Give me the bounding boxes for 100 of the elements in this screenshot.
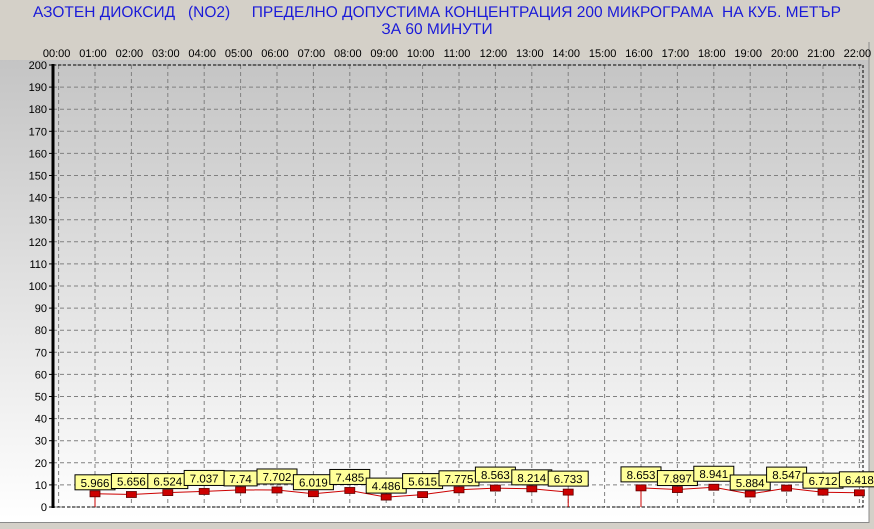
data-point [490, 484, 501, 492]
data-label: 8.941 [699, 469, 728, 482]
value-label: 8.941 [693, 466, 734, 482]
value-label: 6.418 [838, 471, 874, 488]
axis-label: 90 [34, 303, 47, 316]
axis-label: 13:00 [516, 48, 544, 60]
data-label: 5.884 [736, 478, 766, 490]
data-point [235, 486, 246, 494]
axis-label: 50 [34, 392, 47, 404]
axis-label: 200 [28, 60, 47, 72]
axis-label: 01:00 [79, 48, 107, 60]
value-label: 6.524 [147, 473, 188, 490]
axis-label: 03:00 [152, 48, 180, 60]
axis-label: 08:00 [334, 48, 362, 60]
axis-label: 140 [28, 192, 47, 205]
data-label: 8.563 [481, 470, 510, 482]
data-point [636, 484, 646, 492]
value-label: 6.733 [548, 470, 589, 487]
value-label: 8.547 [766, 466, 808, 483]
data-label: 8.214 [517, 472, 547, 485]
axis-label: 10 [34, 480, 47, 492]
axis-label: 20 [34, 458, 47, 470]
data-label: 7.74 [229, 474, 252, 486]
axis-label: 06:00 [261, 48, 289, 60]
value-label: 7.485 [329, 468, 370, 485]
data-point [198, 488, 210, 495]
data-label: 6.019 [299, 478, 328, 490]
axis-label: 14:00 [552, 48, 580, 60]
chart-title: ЗА 60 МИНУТИ [381, 21, 493, 38]
data-label: 6.733 [554, 474, 583, 486]
axis-label: 130 [28, 214, 47, 227]
value-label: 5.966 [74, 474, 116, 490]
data-label: 7.702 [262, 472, 292, 484]
data-label: 5.966 [80, 478, 110, 490]
data-point [708, 484, 720, 491]
data-point [781, 484, 792, 492]
axis-label: 80 [34, 325, 47, 338]
axis-label: 00:00 [42, 48, 70, 60]
axis-label: 05:00 [224, 48, 252, 60]
axis-label: 07:00 [298, 48, 326, 60]
axis-label: 19:00 [734, 48, 762, 60]
axis-label: 21:00 [807, 48, 835, 60]
axis-label: 02:00 [116, 48, 144, 60]
data-point [454, 486, 464, 494]
data-point [90, 490, 100, 498]
value-label: 7.037 [184, 470, 225, 486]
axis-label: 18:00 [698, 48, 726, 60]
value-label: 5.615 [402, 473, 444, 490]
axis-label: 12:00 [480, 48, 508, 60]
data-label: 5.656 [117, 476, 146, 488]
value-label: 7.702 [256, 468, 298, 484]
axis-label: 110 [29, 258, 47, 271]
data-point [380, 494, 392, 500]
axis-label: 40 [34, 414, 47, 426]
data-label: 6.524 [153, 476, 183, 489]
axis-label: 150 [28, 170, 47, 182]
data-label: 6.712 [808, 476, 838, 488]
axis-label: 09:00 [370, 48, 398, 60]
axis-label: 04:00 [188, 48, 216, 60]
value-label: 7.775 [438, 470, 480, 486]
axis-label: 170 [28, 126, 47, 138]
value-label: 5.884 [730, 474, 771, 490]
data-point [854, 489, 865, 496]
data-point [308, 490, 319, 498]
data-point [562, 488, 574, 496]
axis-label: 11:00 [444, 48, 470, 60]
axis-label: 30 [34, 436, 47, 448]
data-label: 7.485 [335, 472, 364, 484]
data-label: 4.486 [372, 481, 401, 494]
axis-label: 20:00 [770, 48, 798, 60]
axis-label: 190 [28, 82, 47, 94]
data-label: 7.775 [444, 474, 474, 486]
axis-label: 120 [28, 236, 47, 249]
axis-label: 22:00 [844, 48, 872, 60]
data-point [417, 491, 428, 498]
axis-label: 0 [40, 502, 47, 514]
axis-label: 60 [34, 369, 47, 382]
data-label: 7.897 [663, 474, 692, 486]
data-point [126, 491, 137, 498]
axis-label: 180 [28, 104, 47, 116]
data-label: 7.037 [190, 473, 219, 486]
data-label: 8.547 [772, 470, 801, 482]
data-point [272, 486, 282, 494]
axis-label: 100 [28, 281, 47, 293]
axis-label: 10:00 [406, 48, 434, 60]
axis-label: 16:00 [625, 48, 653, 60]
value-label: 7.74 [224, 470, 258, 486]
axis-label: 160 [28, 148, 47, 160]
data-point [672, 486, 683, 493]
axis-label: 70 [34, 347, 47, 360]
value-label: 8.214 [511, 469, 552, 486]
data-point [744, 490, 756, 498]
chart-title: АЗОТЕН ДИОКСИД (NO2) ПРЕДЕЛНО ДОПУСТИМА КОНЦЕНТРАЦИЯ 200 МИКРОГРАМА НА КУБ. МЕТЪР [32, 4, 842, 21]
axis-label: 15:00 [588, 48, 616, 60]
value-label: 6.712 [802, 472, 844, 489]
data-label: 6.418 [845, 474, 874, 487]
value-label: 8.563 [474, 466, 516, 483]
data-point [526, 485, 538, 492]
data-label: 5.615 [408, 476, 437, 489]
value-label: 6.019 [292, 474, 334, 490]
